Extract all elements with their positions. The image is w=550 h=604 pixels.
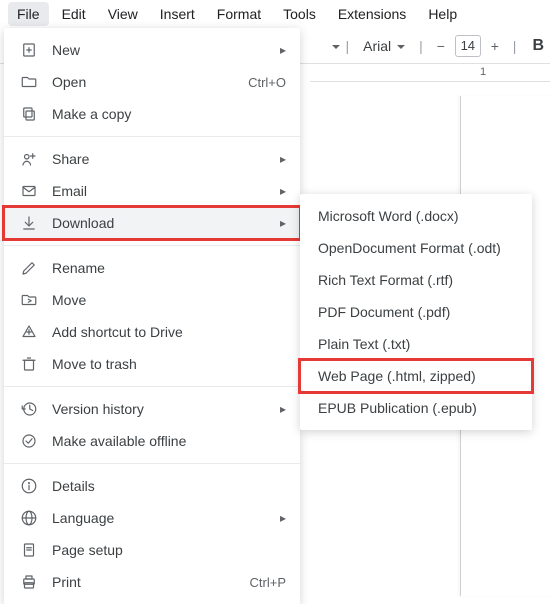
download-odt[interactable]: OpenDocument Format (.odt) bbox=[300, 232, 532, 264]
menu-move-to-trash[interactable]: Move to trash bbox=[4, 348, 300, 380]
email-icon bbox=[18, 182, 40, 200]
copy-icon bbox=[18, 105, 40, 123]
menu-move[interactable]: Move bbox=[4, 284, 300, 316]
menu-label: Print bbox=[52, 574, 250, 590]
menu-label: Language bbox=[52, 510, 280, 526]
menu-shortcut: Ctrl+P bbox=[250, 575, 286, 590]
download-html-zipped[interactable]: Web Page (.html, zipped) bbox=[300, 360, 532, 392]
menu-divider bbox=[4, 245, 300, 246]
download-epub[interactable]: EPUB Publication (.epub) bbox=[300, 392, 532, 424]
download-submenu-panel: Microsoft Word (.docx) OpenDocument Form… bbox=[300, 194, 532, 430]
download-txt[interactable]: Plain Text (.txt) bbox=[300, 328, 532, 360]
font-size-value[interactable]: 14 bbox=[455, 35, 481, 57]
menu-help[interactable]: Help bbox=[419, 2, 466, 26]
menu-format[interactable]: Format bbox=[208, 2, 270, 26]
ruler: 1 bbox=[310, 64, 550, 82]
menu-open[interactable]: Open Ctrl+O bbox=[4, 66, 300, 98]
bold-button[interactable]: B bbox=[532, 37, 544, 55]
menu-new[interactable]: New ▸ bbox=[4, 34, 300, 66]
menu-share[interactable]: Share ▸ bbox=[4, 143, 300, 175]
menu-divider bbox=[4, 463, 300, 464]
menu-label: Move bbox=[52, 292, 286, 308]
folder-move-icon bbox=[18, 291, 40, 309]
menu-edit[interactable]: Edit bbox=[53, 2, 95, 26]
menu-divider bbox=[4, 386, 300, 387]
menu-details[interactable]: Details bbox=[4, 470, 300, 502]
trash-icon bbox=[18, 355, 40, 373]
chevron-right-icon: ▸ bbox=[280, 402, 286, 416]
menu-print[interactable]: Print Ctrl+P bbox=[4, 566, 300, 598]
menubar: File Edit View Insert Format Tools Exten… bbox=[0, 0, 550, 28]
ruler-mark: 1 bbox=[480, 66, 486, 78]
folder-open-icon bbox=[18, 73, 40, 91]
menu-tools[interactable]: Tools bbox=[274, 2, 325, 26]
file-menu-panel: New ▸ Open Ctrl+O Make a copy Share ▸ Em… bbox=[4, 28, 300, 604]
menu-label: Download bbox=[52, 215, 280, 231]
toolbar-separator: | bbox=[419, 38, 423, 54]
font-size-decrease[interactable]: − bbox=[431, 35, 451, 57]
menu-add-shortcut[interactable]: Add shortcut to Drive bbox=[4, 316, 300, 348]
menu-label: Plain Text (.txt) bbox=[318, 336, 514, 352]
menu-label: Page setup bbox=[52, 542, 286, 558]
menu-version-history[interactable]: Version history ▸ bbox=[4, 393, 300, 425]
menu-download[interactable]: Download ▸ bbox=[4, 207, 300, 239]
menu-label: OpenDocument Format (.odt) bbox=[318, 240, 514, 256]
menu-label: Microsoft Word (.docx) bbox=[318, 208, 514, 224]
menu-insert[interactable]: Insert bbox=[151, 2, 204, 26]
font-size-stepper: − 14 + bbox=[431, 35, 505, 57]
toolbar-style-dropdown[interactable] bbox=[326, 38, 338, 54]
menu-extensions[interactable]: Extensions bbox=[329, 2, 415, 26]
pencil-icon bbox=[18, 259, 40, 277]
menu-label: Rich Text Format (.rtf) bbox=[318, 272, 514, 288]
info-icon bbox=[18, 477, 40, 495]
print-icon bbox=[18, 573, 40, 591]
font-size-increase[interactable]: + bbox=[485, 35, 505, 57]
menu-divider bbox=[4, 136, 300, 137]
chevron-right-icon: ▸ bbox=[280, 152, 286, 166]
chevron-right-icon: ▸ bbox=[280, 511, 286, 525]
menu-make-available-offline[interactable]: Make available offline bbox=[4, 425, 300, 457]
menu-label: Details bbox=[52, 478, 286, 494]
menu-label: Make a copy bbox=[52, 106, 286, 122]
toolbar-separator: | bbox=[346, 38, 350, 54]
menu-make-a-copy[interactable]: Make a copy bbox=[4, 98, 300, 130]
chevron-right-icon: ▸ bbox=[280, 216, 286, 230]
new-file-icon bbox=[18, 41, 40, 59]
download-rtf[interactable]: Rich Text Format (.rtf) bbox=[300, 264, 532, 296]
menu-label: Move to trash bbox=[52, 356, 286, 372]
download-pdf[interactable]: PDF Document (.pdf) bbox=[300, 296, 532, 328]
drive-shortcut-icon bbox=[18, 323, 40, 341]
menu-language[interactable]: Language ▸ bbox=[4, 502, 300, 534]
share-icon bbox=[18, 150, 40, 168]
menu-page-setup[interactable]: Page setup bbox=[4, 534, 300, 566]
chevron-right-icon: ▸ bbox=[280, 43, 286, 57]
menu-label: Make available offline bbox=[52, 433, 286, 449]
menu-label: Version history bbox=[52, 401, 280, 417]
download-docx[interactable]: Microsoft Word (.docx) bbox=[300, 200, 532, 232]
font-family-dropdown[interactable]: Arial bbox=[363, 38, 405, 54]
menu-label: New bbox=[52, 42, 280, 58]
menu-label: PDF Document (.pdf) bbox=[318, 304, 514, 320]
menu-file[interactable]: File bbox=[8, 2, 49, 26]
menu-label: Rename bbox=[52, 260, 286, 276]
toolbar-separator: | bbox=[513, 38, 517, 54]
menu-label: Share bbox=[52, 151, 280, 167]
menu-rename[interactable]: Rename bbox=[4, 252, 300, 284]
offline-icon bbox=[18, 432, 40, 450]
menu-email[interactable]: Email ▸ bbox=[4, 175, 300, 207]
menu-view[interactable]: View bbox=[99, 2, 147, 26]
history-icon bbox=[18, 400, 40, 418]
page-setup-icon bbox=[18, 541, 40, 559]
menu-label: Open bbox=[52, 74, 248, 90]
download-icon bbox=[18, 214, 40, 232]
menu-label: Add shortcut to Drive bbox=[52, 324, 286, 340]
menu-label: Email bbox=[52, 183, 280, 199]
menu-label: EPUB Publication (.epub) bbox=[318, 400, 514, 416]
menu-label: Web Page (.html, zipped) bbox=[318, 368, 514, 384]
globe-icon bbox=[18, 509, 40, 527]
menu-shortcut: Ctrl+O bbox=[248, 75, 286, 90]
chevron-right-icon: ▸ bbox=[280, 184, 286, 198]
